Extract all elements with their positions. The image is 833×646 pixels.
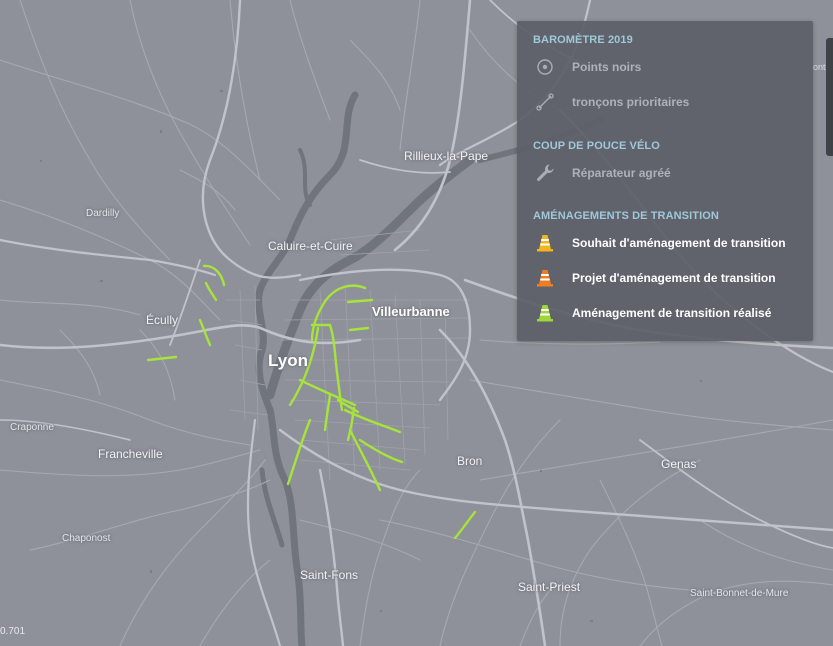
legend-heading-amenagements: AMÉNAGEMENTS DE TRANSITION [533, 210, 719, 222]
place-label-saint-bonnet: Saint-Bonnet-de-Mure [690, 588, 789, 599]
place-label-bron: Bron [457, 454, 483, 468]
traffic-cone-yellow-icon [533, 231, 557, 255]
place-label-dardilly: Dardilly [86, 208, 120, 219]
legend-item-label: Réparateur agréé [572, 165, 671, 180]
legend-section-barometre: BAROMÈTRE 2019 Points noirs tronçons pri… [533, 31, 803, 119]
traffic-cone-orange-icon [533, 266, 557, 290]
legend-item-troncons-prioritaires[interactable]: tronçons prioritaires [533, 84, 803, 119]
segment-icon [533, 90, 557, 114]
legend-item-label: Souhait d'aménagement de transition [572, 235, 786, 250]
place-label-genas: Genas [661, 457, 697, 471]
legend-scroll-handle[interactable] [826, 38, 833, 156]
legend-item-label: tronçons prioritaires [572, 94, 690, 109]
place-label-saint-priest: Saint-Priest [518, 580, 581, 594]
legend-item-label: Points noirs [572, 59, 642, 74]
legend-item-realise[interactable]: Aménagement de transition réalisé [533, 295, 803, 330]
legend-section-amenagements: AMÉNAGEMENTS DE TRANSITION Souhait d'amé… [533, 207, 803, 330]
legend-item-reparateur[interactable]: Réparateur agréé [533, 155, 803, 190]
place-label-villeurbanne: Villeurbanne [372, 304, 450, 319]
legend-heading-coup-de-pouce: COUP DE POUCE VÉLO [533, 140, 660, 152]
traffic-cone-green-icon [533, 301, 557, 325]
legend-section-coup-de-pouce: COUP DE POUCE VÉLO Réparateur agréé [533, 137, 803, 190]
scale-readout: 0.701 [0, 626, 26, 637]
legend-panel: BAROMÈTRE 2019 Points noirs tronçons pri… [517, 21, 813, 341]
place-label-francheville: Francheville [98, 447, 163, 461]
legend-item-points-noirs[interactable]: Points noirs [533, 49, 803, 84]
legend-item-label: Projet d'aménagement de transition [572, 270, 776, 285]
place-label-ecully: Écully [146, 313, 179, 327]
place-label-lyon: Lyon [268, 351, 308, 370]
target-dot-icon [533, 55, 557, 79]
legend-item-projet[interactable]: Projet d'aménagement de transition [533, 260, 803, 295]
legend-heading-barometre: BAROMÈTRE 2019 [533, 34, 633, 46]
wrench-icon [533, 161, 557, 185]
place-label-caluire: Caluire-et-Cuire [268, 239, 353, 253]
place-label-chaponost: Chaponost [62, 533, 111, 544]
place-label-craponne: Craponne [10, 422, 54, 433]
legend-item-label: Aménagement de transition réalisé [572, 305, 772, 320]
place-label-saint-fons: Saint-Fons [300, 568, 359, 582]
legend-item-souhait[interactable]: Souhait d'aménagement de transition [533, 225, 803, 260]
place-label-rillieux: Rillieux-la-Pape [404, 149, 489, 163]
